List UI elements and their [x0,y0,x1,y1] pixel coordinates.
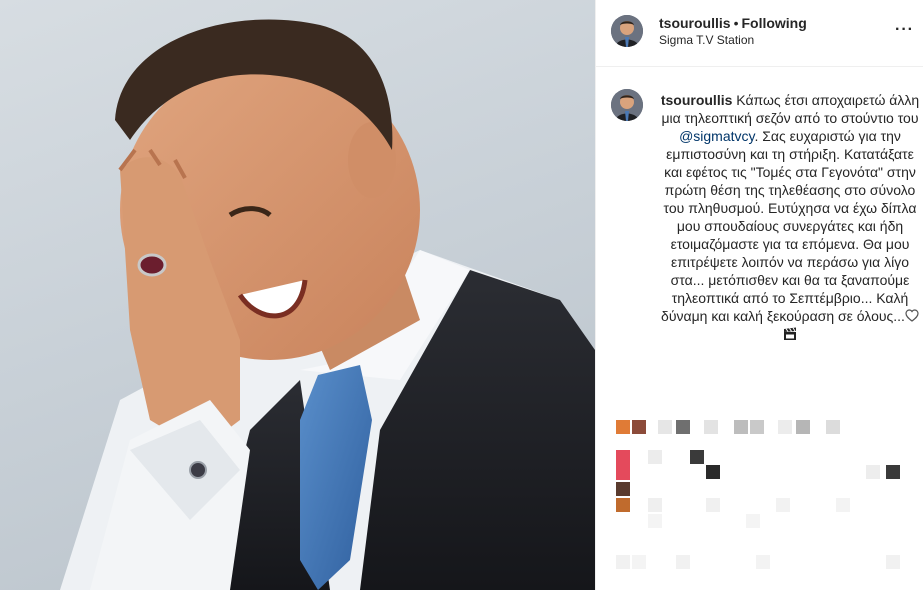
caption-text-2: . Σας ευχαριστώ για την εμπιστοσύνη και … [661,128,917,324]
redacted-block [886,555,900,569]
redacted-block [648,450,662,464]
redacted-block [746,514,760,528]
redacted-block [706,498,720,512]
author-username[interactable]: tsouroullis [659,15,731,31]
redacted-block [776,498,790,512]
redacted-block [778,420,792,434]
caption-username[interactable]: tsouroullis [661,92,733,108]
separator-dot: • [733,15,739,31]
redacted-block [676,555,690,569]
redacted-block [796,420,810,434]
redacted-block [734,420,748,434]
more-horizontal-icon[interactable]: ··· [895,21,914,39]
post-header: tsouroullis • Following Sigma T.V Station … [596,0,923,67]
redacted-block [632,420,646,434]
redacted-block [616,555,630,569]
following-button[interactable]: Following [741,15,806,31]
location-link[interactable]: Sigma T.V Station [659,33,754,48]
header-user-line: tsouroullis • Following [659,15,807,32]
redacted-block [648,514,662,528]
redacted-block [616,420,630,434]
redacted-block [886,465,900,479]
redacted-block [616,482,630,496]
post-photo[interactable] [0,0,595,590]
redacted-block [658,420,672,434]
redacted-block [826,420,840,434]
redacted-comments-area [596,410,923,590]
redacted-block [616,450,630,480]
redacted-block [648,498,662,512]
portrait-illustration [60,19,595,590]
redacted-block [676,420,690,434]
post-caption: tsouroullis Κάπως έτσι αποχαιρετώ άλλη μ… [659,91,921,343]
redacted-block [750,420,764,434]
redacted-block [616,498,630,512]
redacted-block [706,465,720,479]
redacted-block [866,465,880,479]
white-heart-icon [905,309,919,322]
redacted-block [756,555,770,569]
redacted-block [836,498,850,512]
redacted-block [632,555,646,569]
redacted-block [690,450,704,464]
redacted-block [704,420,718,434]
caption-author-avatar[interactable] [611,89,643,121]
post-side-panel: tsouroullis • Following Sigma T.V Station … [595,0,923,590]
clapper-board-icon [784,327,796,340]
author-avatar[interactable] [611,15,643,47]
caption-mention-link[interactable]: @sigmatvcy [679,128,754,144]
